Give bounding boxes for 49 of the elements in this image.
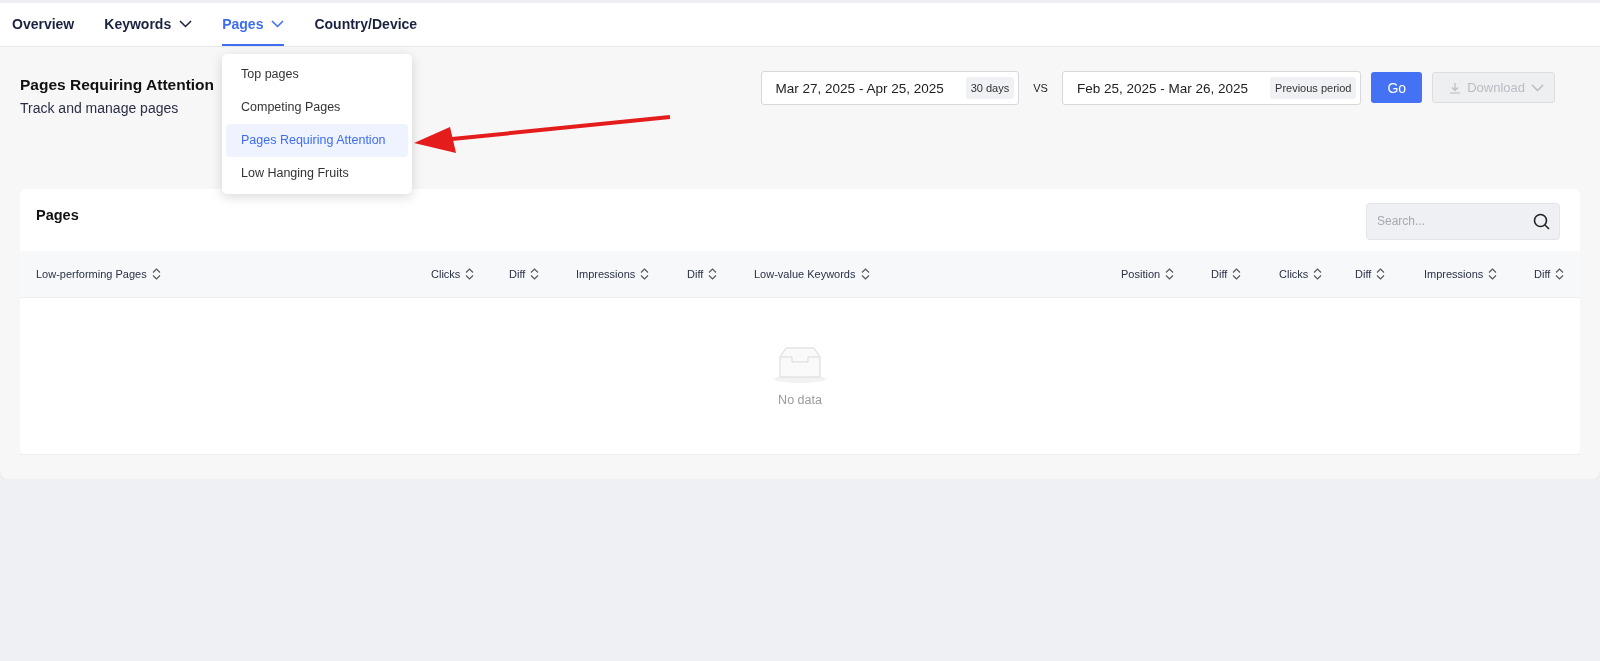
column-header[interactable]: Clicks [415,268,493,280]
sort-icon [1376,268,1386,280]
empty-inbox-icon [772,345,828,385]
nav-tab[interactable]: Overview [12,3,75,46]
nav-tab[interactable]: Country/Device [314,3,418,46]
column-header[interactable]: Diff [1195,268,1263,280]
column-header[interactable]: Low-value Keywords [738,268,1105,280]
column-header[interactable]: Position [1105,268,1195,280]
download-icon [1449,81,1462,94]
date-range-value: Mar 27, 2025 - Apr 25, 2025 [775,80,944,96]
sort-icon [860,268,870,280]
menu-item[interactable]: Top pages [226,58,408,91]
column-header[interactable]: Diff [493,268,560,280]
search-field[interactable]: Search... [1366,202,1560,240]
sort-icon [708,268,718,280]
column-header[interactable]: Diff [1339,268,1408,280]
range-badge: Previous period [1270,77,1357,99]
compare-range-picker[interactable]: Feb 25, 2025 - Mar 26, 2025 Previous period [1061,71,1362,105]
vs-label: VS [1033,81,1048,96]
sort-icon [151,268,161,280]
sort-icon [1313,268,1323,280]
date-range-picker[interactable]: Mar 27, 2025 - Apr 25, 2025 30 days [760,71,1020,105]
menu-item[interactable]: Low Hanging Fruits [226,157,408,190]
search-icon [1533,212,1550,230]
page-subtitle: Track and manage pages [20,100,180,116]
sort-icon [530,268,540,280]
nav-tab[interactable]: Keywords [104,3,193,46]
sort-icon [465,268,475,280]
compare-range-value: Feb 25, 2025 - Mar 26, 2025 [1076,80,1249,96]
column-header[interactable]: Impressions [1408,268,1518,280]
column-header[interactable]: Diff [671,268,738,280]
sort-icon [1165,268,1175,280]
sort-icon [1488,268,1498,280]
sort-icon [1555,268,1565,280]
range-badge: 30 days [965,77,1015,99]
go-button[interactable]: Go [1371,72,1423,103]
column-header[interactable]: Diff [1518,268,1580,280]
menu-item[interactable]: Competing Pages [226,91,408,124]
nav-tab[interactable]: Pages [222,3,285,46]
sort-icon [1232,268,1242,280]
menu-item[interactable]: Pages Requiring Attention [226,124,408,157]
chevron-down-icon [1531,83,1544,92]
sort-icon [640,268,650,280]
page-title: Pages Requiring Attention [20,76,215,94]
column-header[interactable]: Impressions [560,268,671,280]
column-header[interactable]: Clicks [1263,268,1339,280]
empty-message: No data [778,393,822,407]
column-header[interactable]: Low-performing Pages [20,268,415,280]
table-title: Pages [36,207,79,223]
